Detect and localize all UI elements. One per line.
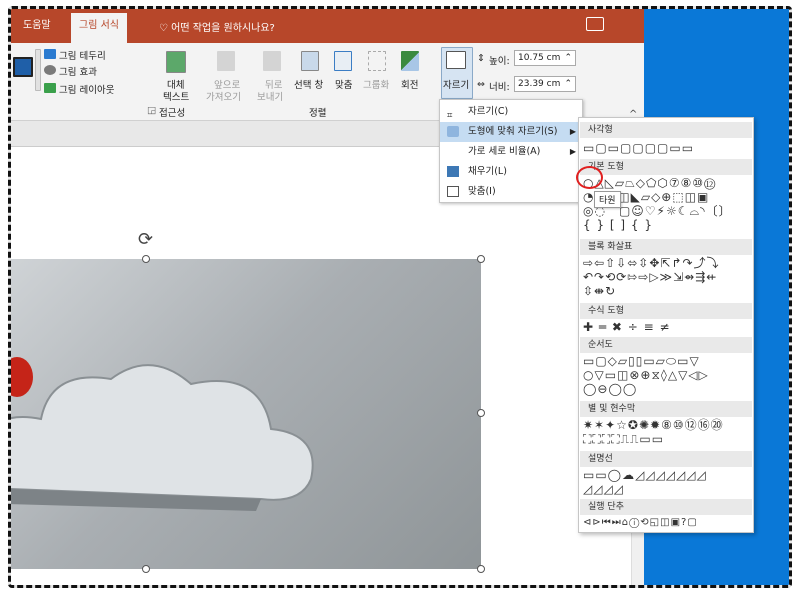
category-equation-shapes: 수식 도형 bbox=[580, 303, 752, 319]
submenu-arrow-icon: ▶ bbox=[569, 147, 576, 156]
category-action-buttons: 실행 단추 bbox=[580, 499, 752, 515]
rotate-handle-icon[interactable]: ⟳ bbox=[138, 229, 153, 250]
submenu-arrow-icon: ▶ bbox=[569, 127, 576, 136]
menu-item-label: 가로 세로 비율(A) bbox=[468, 146, 541, 157]
menu-item-crop[interactable]: ⌗ 자르기(C) bbox=[440, 102, 582, 122]
spinner-icon[interactable]: ⌃ bbox=[564, 51, 572, 65]
basic-shapes-row-1[interactable]: ○△◺▱⏢◇⬠⬡⑦⑧⑩⑫ bbox=[583, 176, 716, 190]
block-arrows-row-3[interactable]: ⇳⇼↻ bbox=[583, 284, 616, 298]
crop-dropdown-menu: ⌗ 자르기(C) 도형에 맞춰 자르기(S) ▶ 가로 세로 비율(A) ▶ 채… bbox=[439, 99, 583, 203]
shape-gallery: 사각형 ▭▢▭▢▢▢▢▭▭ 기본 도형 ○△◺▱⏢◇⬠⬡⑦⑧⑩⑫ ◔◠▢◫◣▱◇… bbox=[578, 117, 754, 533]
picture-layout-button[interactable]: 그림 레이아웃 bbox=[59, 82, 114, 96]
menu-item-label: 채우기(L) bbox=[468, 166, 507, 177]
callouts-row-2[interactable]: ◿◿◿◿ bbox=[583, 482, 624, 496]
selection-pane-icon bbox=[301, 51, 319, 71]
shape-tooltip: 타원 bbox=[594, 191, 621, 208]
resize-handle-bottom-right[interactable] bbox=[477, 565, 485, 573]
align-icon bbox=[334, 51, 352, 71]
menu-item-label: 맞춤(I) bbox=[468, 186, 496, 197]
action-buttons-row[interactable]: ⊲⊳⏮⏭⌂ⓘ⟲◱◫▣?▢ bbox=[583, 516, 698, 530]
crop-icon: ⌗ bbox=[447, 110, 453, 121]
screenshot-frame: 도움말 그림 서식 ♡ 어떤 작업을 원하시나요? 그림 테두리 그림 효과 그… bbox=[8, 6, 792, 588]
picture-layout-icon bbox=[44, 83, 56, 93]
picture-border-button[interactable]: 그림 테두리 bbox=[59, 48, 106, 62]
height-value: 10.75 cm bbox=[518, 53, 561, 63]
comments-icon[interactable] bbox=[586, 17, 604, 31]
stars-row-2[interactable]: ⛶⛶⛶⛶⎍⎍▭▭ bbox=[583, 432, 664, 446]
rotate-button[interactable]: 회전 bbox=[401, 77, 418, 91]
menu-item-label: 도형에 맞춰 자르기(S) bbox=[468, 126, 558, 137]
category-flowchart: 순서도 bbox=[580, 337, 752, 353]
group-arrange-label: 정렬 bbox=[309, 108, 327, 119]
resize-handle-right[interactable] bbox=[477, 409, 485, 417]
width-icon: ⇔ bbox=[477, 79, 485, 90]
callouts-row-1[interactable]: ▭▭◯☁◿◿◿◿◿◿◿ bbox=[583, 468, 707, 482]
width-value: 23.39 cm bbox=[518, 79, 561, 89]
group-button[interactable]: 그룹화 bbox=[363, 77, 389, 91]
menu-item-crop-to-shape[interactable]: 도형에 맞춰 자르기(S) ▶ bbox=[440, 122, 582, 142]
alt-text-label-2[interactable]: 텍스트 bbox=[163, 89, 189, 103]
bring-forward-icon bbox=[217, 51, 235, 71]
menu-item-fit[interactable]: 맞춤(I) bbox=[440, 182, 582, 202]
tab-help[interactable]: 도움말 bbox=[15, 9, 59, 43]
category-rectangles: 사각형 bbox=[580, 122, 752, 138]
block-arrows-row-2[interactable]: ↶↷⟲⟳⇰⇨▷≫⇲⇴⇶⇷ bbox=[583, 270, 717, 284]
height-input[interactable]: 10.75 cm ⌃ bbox=[514, 50, 576, 66]
tell-me-search[interactable]: ♡ 어떤 작업을 원하시나요? bbox=[159, 19, 275, 34]
fit-icon bbox=[447, 186, 459, 197]
fill-icon bbox=[447, 166, 459, 177]
picture-style-thumbnail[interactable] bbox=[13, 57, 33, 77]
flowchart-row-1[interactable]: ▭▢◇▱▯▯▭▱⬭▭▽ bbox=[583, 354, 700, 368]
category-block-arrows: 블록 화살표 bbox=[580, 239, 752, 255]
cloud-3d-graphic bbox=[11, 364, 314, 511]
basic-shapes-row-4[interactable]: { } [ ] { } bbox=[583, 218, 653, 232]
resize-handle-top[interactable] bbox=[142, 255, 150, 263]
height-label: 높이: bbox=[489, 56, 510, 67]
group-icon bbox=[368, 51, 386, 71]
title-bar: 도움말 그림 서식 ♡ 어떤 작업을 원하시나요? bbox=[11, 9, 644, 43]
highlight-marker-oval bbox=[576, 166, 603, 189]
lightbulb-icon: ♡ bbox=[159, 23, 172, 34]
category-callouts: 설명선 bbox=[580, 451, 752, 467]
picture-effects-button[interactable]: 그림 효과 bbox=[59, 64, 97, 78]
width-input[interactable]: 23.39 cm ⌃ bbox=[514, 76, 576, 92]
tell-me-text: 어떤 작업을 원하시나요? bbox=[171, 23, 275, 34]
style-gallery-scroll[interactable] bbox=[35, 49, 41, 91]
category-basic-shapes: 기본 도형 bbox=[580, 159, 752, 175]
align-button[interactable]: 맞춤 bbox=[335, 77, 352, 91]
send-backward-label-2[interactable]: 보내기 bbox=[257, 89, 283, 103]
crop-button[interactable]: 자르기 bbox=[443, 77, 469, 91]
alt-text-icon bbox=[166, 51, 186, 73]
resize-handle-bottom[interactable] bbox=[142, 565, 150, 573]
selection-pane-button[interactable]: 선택 창 bbox=[294, 77, 323, 91]
height-icon: ⇕ bbox=[477, 53, 485, 64]
rotate-icon bbox=[401, 51, 419, 71]
group-accessibility-label: 접근성 bbox=[159, 108, 186, 119]
menu-item-fill[interactable]: 채우기(L) bbox=[440, 162, 582, 182]
stars-row-1[interactable]: ✷✶✦☆✪✺✹⑧⑩⑫⑯⑳ bbox=[583, 418, 724, 432]
send-backward-icon bbox=[263, 51, 281, 71]
picture-effects-icon bbox=[44, 65, 56, 75]
flowchart-row-3[interactable]: ◯⊖◯◯ bbox=[583, 382, 637, 396]
dialog-launcher-icon[interactable]: ◲ bbox=[147, 105, 156, 116]
crop-to-shape-icon bbox=[447, 126, 459, 137]
tab-picture-format[interactable]: 그림 서식 bbox=[71, 13, 127, 43]
spinner-icon[interactable]: ⌃ bbox=[564, 77, 572, 91]
resize-handle-top-right[interactable] bbox=[477, 255, 485, 263]
equation-shapes-row[interactable]: ✚ ═ ✖ ÷ ≡ ≠ bbox=[583, 320, 671, 334]
menu-item-aspect-ratio[interactable]: 가로 세로 비율(A) ▶ bbox=[440, 142, 582, 162]
rectangle-shapes-row[interactable]: ▭▢▭▢▢▢▢▭▭ bbox=[583, 141, 694, 155]
flowchart-row-2[interactable]: ○▽▭◫⊗⊕⧖◊△▽◁▷ bbox=[583, 368, 709, 382]
menu-item-label: 자르기(C) bbox=[468, 106, 509, 117]
crop-icon bbox=[446, 51, 466, 69]
picture-border-icon bbox=[44, 49, 56, 59]
block-arrows-row-1[interactable]: ⇨⇦⇧⇩⬄⇳✥⇱↱↷⤴⤵ bbox=[583, 256, 720, 270]
category-stars-banners: 별 및 현수막 bbox=[580, 401, 752, 417]
width-label: 너비: bbox=[489, 82, 510, 93]
bring-forward-label-2[interactable]: 가져오기 bbox=[206, 89, 241, 103]
